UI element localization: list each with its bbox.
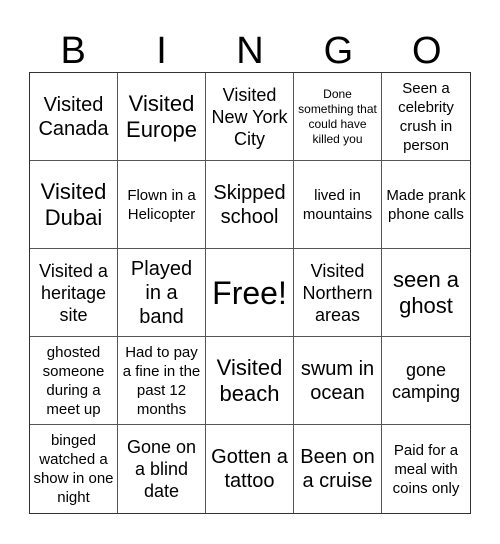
cell-label: Played in a band — [130, 257, 193, 328]
bingo-cell[interactable]: Visited New York City — [206, 73, 294, 161]
header-letter-n: N — [236, 30, 264, 72]
bingo-cell[interactable]: Done something that could have killed yo… — [294, 73, 382, 161]
cell-label: Gone on a blind date — [126, 437, 197, 501]
cell-label: gone camping — [391, 359, 461, 402]
bingo-header: B I N G O — [29, 30, 471, 72]
cell-label: Visited Europe — [126, 90, 197, 142]
cell-label: Paid for a meal with coins only — [392, 441, 460, 497]
cell-label: Visited Northern areas — [302, 260, 373, 325]
bingo-cell[interactable]: Gone on a blind date — [118, 425, 206, 513]
cell-label: Visited Dubai — [40, 178, 107, 230]
bingo-cell[interactable]: Flown in a Helicopter — [118, 161, 206, 249]
cell-label: swum in ocean — [300, 357, 375, 404]
bingo-cell[interactable]: binged watched a show in one night — [30, 425, 118, 513]
bingo-cell[interactable]: swum in ocean — [294, 337, 382, 425]
bingo-cell[interactable]: gone camping — [382, 337, 470, 425]
cell-label: Seen a celebrity crush in person — [398, 79, 454, 154]
cell-label: ghosted someone during a meet up — [42, 343, 105, 418]
bingo-cell[interactable]: Paid for a meal with coins only — [382, 425, 470, 513]
bingo-cell[interactable]: Visited Canada — [30, 73, 118, 161]
cell-label: Free! — [212, 274, 287, 311]
cell-label: seen a ghost — [392, 266, 460, 318]
header-letter-b: B — [60, 30, 86, 72]
cell-label: Gotten a tattoo — [211, 446, 288, 492]
cell-label: binged watched a show in one night — [33, 432, 114, 506]
bingo-cell[interactable]: Visited Europe — [118, 73, 206, 161]
bingo-cell[interactable]: Gotten a tattoo — [206, 425, 294, 513]
cell-label: Had to pay a fine in the past 12 months — [122, 343, 201, 418]
bingo-cell[interactable]: Seen a celebrity crush in person — [382, 73, 470, 161]
cell-label: Made prank phone calls — [386, 186, 466, 223]
header-letter-g: G — [323, 30, 354, 72]
bingo-cell[interactable]: seen a ghost — [382, 249, 470, 337]
bingo-cell[interactable]: Visited Northern areas — [294, 249, 382, 337]
bingo-cell[interactable]: Been on a cruise — [294, 425, 382, 513]
bingo-cell[interactable]: Skipped school — [206, 161, 294, 249]
cell-label: Visited beach — [216, 354, 283, 406]
cell-label: lived in mountains — [302, 186, 373, 223]
cell-label: Done something that could have killed yo… — [298, 86, 377, 146]
header-letter-i: I — [156, 30, 167, 72]
free-cell[interactable]: Free! — [206, 249, 294, 337]
cell-label: Visited New York City — [211, 84, 288, 149]
bingo-cell[interactable]: Visited Dubai — [30, 161, 118, 249]
bingo-cell[interactable]: ghosted someone during a meet up — [30, 337, 118, 425]
bingo-cell[interactable]: Visited a heritage site — [30, 249, 118, 337]
bingo-cell[interactable]: lived in mountains — [294, 161, 382, 249]
bingo-cell[interactable]: Played in a band — [118, 249, 206, 337]
header-letter-o: O — [411, 30, 442, 72]
cell-label: Flown in a Helicopter — [127, 186, 196, 223]
cell-label: Visited Canada — [38, 93, 109, 140]
cell-label: Been on a cruise — [300, 446, 375, 492]
cell-label: Skipped school — [213, 181, 286, 228]
bingo-cell[interactable]: Visited beach — [206, 337, 294, 425]
bingo-cell[interactable]: Had to pay a fine in the past 12 months — [118, 337, 206, 425]
bingo-grid: Visited Canada Visited Europe Visited Ne… — [29, 72, 471, 514]
bingo-cell[interactable]: Made prank phone calls — [382, 161, 470, 249]
cell-label: Visited a heritage site — [39, 260, 108, 325]
